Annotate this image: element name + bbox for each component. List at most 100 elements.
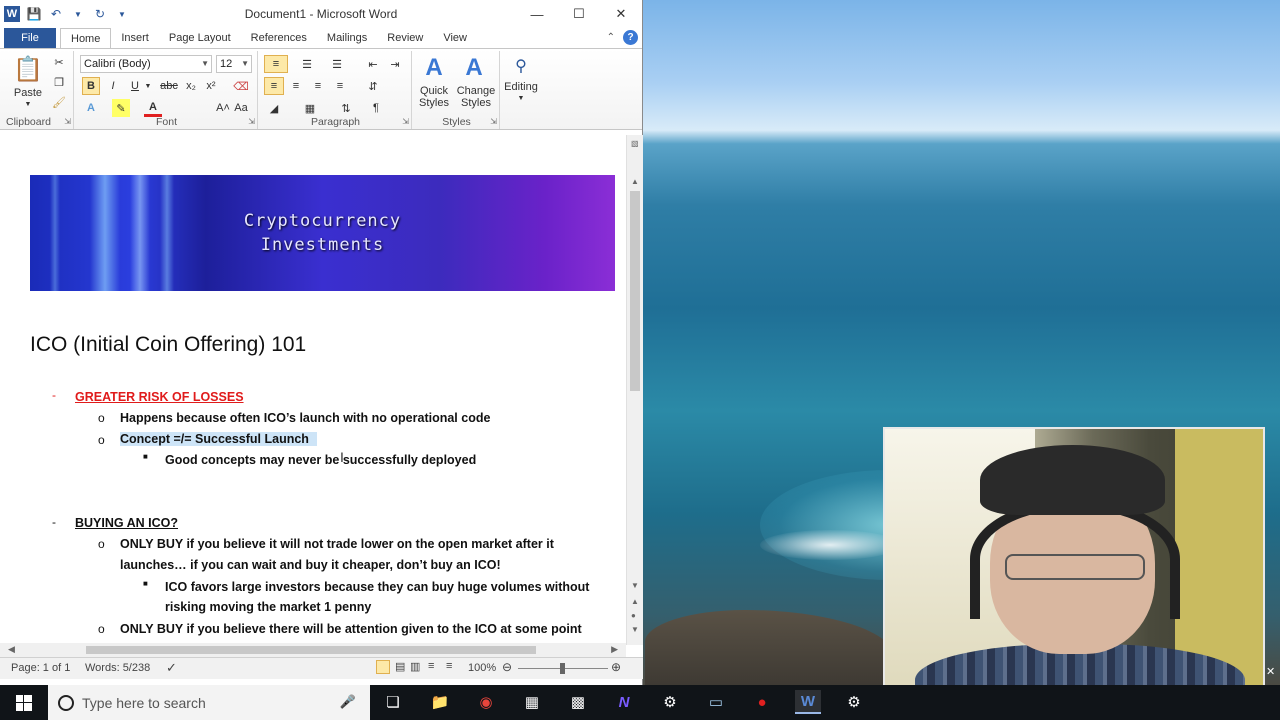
vertical-scroll-thumb[interactable]	[630, 191, 640, 391]
justify-button[interactable]: ≡	[330, 77, 350, 95]
editing-button[interactable]: Editing	[500, 81, 542, 93]
tab-references[interactable]: References	[241, 28, 317, 48]
minimize-button[interactable]: —	[516, 0, 558, 28]
maximize-button[interactable]: ☐	[558, 0, 600, 28]
minimize-ribbon-icon[interactable]: ⌃	[607, 32, 615, 43]
previous-page-icon[interactable]: ▲	[631, 597, 639, 606]
change-styles-button[interactable]: Change Styles	[454, 85, 498, 109]
superscript-button[interactable]: x²	[202, 77, 220, 95]
paste-icon[interactable]: 📋	[13, 53, 43, 85]
document-area[interactable]: Cryptocurrency Investments ICO (Initial …	[0, 135, 643, 657]
next-page-icon[interactable]: ▼	[631, 625, 639, 634]
task-view-icon[interactable]: ❏	[380, 690, 406, 714]
zoom-out-icon[interactable]: ⊖	[502, 660, 512, 674]
binoculars-icon[interactable]: ⚲	[510, 55, 532, 77]
shading-button[interactable]: ◢	[264, 99, 284, 117]
bold-button[interactable]: B	[82, 77, 100, 95]
app-tool-icon[interactable]: ⚙	[657, 690, 683, 714]
terminal-icon[interactable]: ▩	[565, 690, 591, 714]
app-n-icon[interactable]: N	[611, 690, 637, 714]
show-formatting-button[interactable]: ¶	[366, 99, 386, 117]
calculator-icon[interactable]: ▦	[519, 690, 545, 714]
text-effects-icon[interactable]: A	[82, 99, 100, 117]
close-button[interactable]: ✕	[600, 0, 642, 28]
search-box[interactable]: Type here to search 🎤	[48, 685, 370, 720]
browse-object-icon[interactable]: ●	[631, 611, 636, 620]
tab-home[interactable]: Home	[60, 28, 112, 48]
full-screen-view-icon[interactable]: ▤	[395, 660, 405, 673]
tab-file[interactable]: File	[4, 28, 56, 48]
increase-indent-button[interactable]: ⇥	[386, 55, 404, 73]
app-extra-icon[interactable]: ⚙	[841, 690, 867, 714]
quick-styles-button[interactable]: Quick Styles	[414, 85, 454, 109]
paste-button[interactable]: Paste	[8, 87, 48, 99]
paste-dropdown-icon[interactable]: ▼	[22, 99, 34, 109]
decrease-indent-button[interactable]: ⇤	[364, 55, 382, 73]
grow-font-icon[interactable]: A˄	[214, 99, 232, 117]
outline-view-icon[interactable]: ≡	[428, 660, 434, 672]
help-icon[interactable]: ?	[623, 30, 638, 45]
zoom-in-icon[interactable]: ⊕	[611, 660, 621, 674]
change-case-icon[interactable]: Aa	[232, 99, 250, 117]
proofing-icon[interactable]: ✓	[166, 660, 177, 676]
align-right-button[interactable]: ≡	[308, 77, 328, 95]
line-spacing-button[interactable]: ⇵	[362, 77, 384, 95]
align-center-button[interactable]: ≡	[286, 77, 306, 95]
editing-dropdown-icon[interactable]: ▼	[516, 93, 526, 103]
word-app-icon[interactable]: W	[4, 6, 20, 22]
subscript-button[interactable]: x₂	[182, 77, 200, 95]
underline-button[interactable]: U	[126, 77, 144, 95]
copy-icon[interactable]: ❐	[50, 73, 68, 91]
font-name-dropdown-icon[interactable]: ▼	[201, 56, 209, 72]
font-color-icon[interactable]: A	[144, 99, 162, 117]
page-count[interactable]: Page: 1 of 1	[11, 662, 70, 674]
bullets-button[interactable]: ≡	[264, 55, 288, 73]
underline-dropdown-icon[interactable]: ▼	[144, 77, 152, 95]
multilevel-list-button[interactable]: ☰	[326, 55, 348, 73]
redo-icon[interactable]: ↻	[92, 6, 108, 22]
start-button[interactable]	[0, 685, 48, 720]
strikethrough-button[interactable]: abc	[158, 77, 180, 95]
file-explorer-icon[interactable]: 📁	[427, 690, 453, 714]
undo-dropdown-icon[interactable]: ▼	[70, 6, 86, 22]
ruler-toggle-icon[interactable]: ▧	[631, 139, 639, 148]
undo-icon[interactable]: ↶	[48, 6, 64, 22]
tab-view[interactable]: View	[433, 28, 477, 48]
clipboard-launcher-icon[interactable]: ⇲	[64, 117, 71, 126]
highlight-color-icon[interactable]: ✎	[112, 99, 130, 117]
vertical-scrollbar[interactable]: ▧ ▲ ▼ ▲ ● ▼	[626, 135, 643, 645]
font-launcher-icon[interactable]: ⇲	[248, 117, 255, 126]
save-icon[interactable]: 💾	[26, 6, 42, 22]
tab-mailings[interactable]: Mailings	[317, 28, 377, 48]
scroll-down-icon[interactable]: ▼	[631, 581, 639, 590]
word-taskbar-icon[interactable]: W	[795, 690, 821, 714]
font-size-dropdown-icon[interactable]: ▼	[241, 56, 249, 72]
quick-styles-icon[interactable]: A	[420, 53, 448, 83]
tab-page-layout[interactable]: Page Layout	[159, 28, 241, 48]
font-size-combo[interactable]: 12 ▼	[216, 55, 252, 73]
cut-icon[interactable]: ✂	[50, 53, 68, 71]
customize-qat-icon[interactable]: ▼	[114, 6, 130, 22]
scroll-right-icon[interactable]: ▶	[611, 644, 618, 655]
chrome-icon[interactable]: ◉	[473, 690, 499, 714]
font-name-combo[interactable]: Calibri (Body) ▼	[80, 55, 212, 73]
tab-insert[interactable]: Insert	[111, 28, 159, 48]
app-window-icon[interactable]: ▭	[703, 690, 729, 714]
zoom-level[interactable]: 100%	[468, 662, 496, 674]
print-layout-view-icon[interactable]	[376, 660, 390, 674]
zoom-slider-thumb[interactable]	[560, 663, 565, 674]
align-left-button[interactable]: ≡	[264, 77, 284, 95]
borders-button[interactable]: ▦	[300, 99, 320, 117]
clear-formatting-icon[interactable]: ⌫	[232, 77, 250, 95]
microphone-icon[interactable]: 🎤	[340, 694, 356, 710]
horizontal-scrollbar[interactable]: ◀ ▶	[0, 643, 626, 657]
word-count[interactable]: Words: 5/238	[85, 662, 150, 674]
paragraph-launcher-icon[interactable]: ⇲	[402, 117, 409, 126]
horizontal-scroll-thumb[interactable]	[86, 646, 536, 654]
scroll-left-icon[interactable]: ◀	[8, 644, 15, 655]
change-styles-icon[interactable]: A	[460, 53, 488, 83]
webcam-close-icon[interactable]: ✕	[1266, 666, 1278, 678]
styles-launcher-icon[interactable]: ⇲	[490, 117, 497, 126]
record-icon[interactable]: ●	[749, 690, 775, 714]
tab-review[interactable]: Review	[377, 28, 433, 48]
